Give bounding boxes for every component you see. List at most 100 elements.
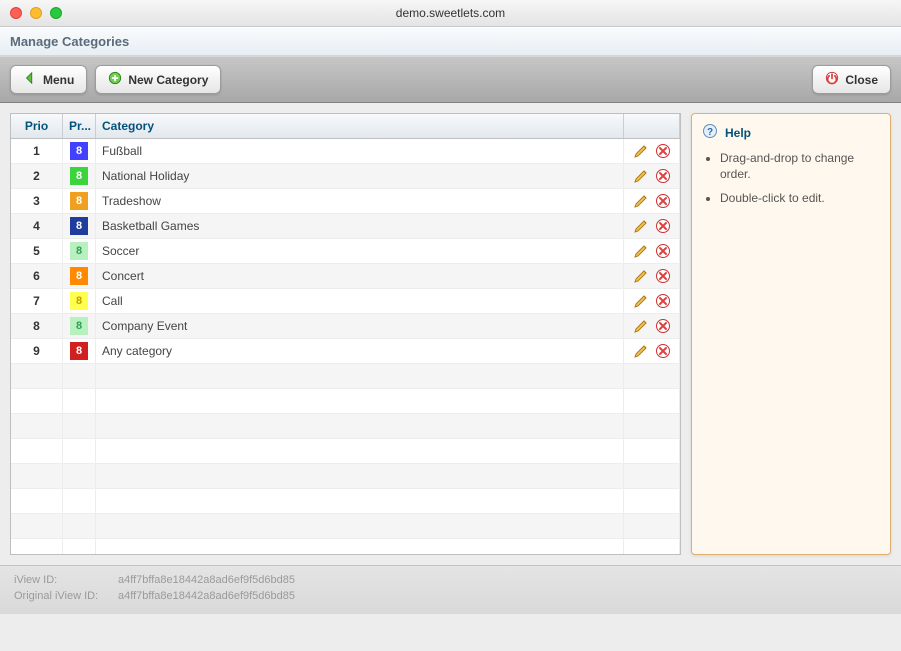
- cell-prio: 8: [11, 314, 63, 338]
- edit-icon[interactable]: [633, 193, 649, 209]
- orig-iview-id-label: Original iView ID:: [14, 590, 106, 602]
- col-header-prio[interactable]: Prio: [11, 114, 63, 138]
- cell-actions: [624, 139, 680, 163]
- cell-prio: 9: [11, 339, 63, 363]
- table-row-empty: [11, 364, 680, 389]
- delete-icon[interactable]: [655, 268, 671, 284]
- cell-swatch: 8: [63, 314, 96, 338]
- table-row-empty: [11, 389, 680, 414]
- cell-swatch: 8: [63, 139, 96, 163]
- table-row-empty: [11, 414, 680, 439]
- cell-category: National Holiday: [96, 164, 624, 188]
- cell-swatch: 8: [63, 189, 96, 213]
- power-icon: [825, 71, 839, 88]
- edit-icon[interactable]: [633, 218, 649, 234]
- col-header-pr[interactable]: Pr...: [63, 114, 96, 138]
- arrow-left-icon: [23, 71, 37, 88]
- header-bar: Manage Categories: [0, 27, 901, 56]
- cell-prio: 7: [11, 289, 63, 313]
- info-icon: ?: [702, 123, 718, 142]
- cell-category: Basketball Games: [96, 214, 624, 238]
- cell-category: Call: [96, 289, 624, 313]
- cell-swatch: 8: [63, 164, 96, 188]
- delete-icon[interactable]: [655, 218, 671, 234]
- table-row[interactable]: 28National Holiday: [11, 164, 680, 189]
- table-row[interactable]: 98Any category: [11, 339, 680, 364]
- cell-actions: [624, 164, 680, 188]
- table-row[interactable]: 88Company Event: [11, 314, 680, 339]
- table-row-empty: [11, 489, 680, 514]
- help-panel: ? Help Drag-and-drop to change order.Dou…: [691, 113, 891, 555]
- minimize-window-icon[interactable]: [30, 7, 42, 19]
- cell-category: Concert: [96, 264, 624, 288]
- plus-icon: [108, 71, 122, 88]
- edit-icon[interactable]: [633, 343, 649, 359]
- page-title: Manage Categories: [10, 34, 891, 49]
- table-row[interactable]: 78Call: [11, 289, 680, 314]
- cell-swatch: 8: [63, 264, 96, 288]
- cell-actions: [624, 264, 680, 288]
- cell-prio: 3: [11, 189, 63, 213]
- cell-prio: 1: [11, 139, 63, 163]
- edit-icon[interactable]: [633, 268, 649, 284]
- table-row[interactable]: 18Fußball: [11, 139, 680, 164]
- grid-body[interactable]: 18Fußball28National Holiday38Tradeshow48…: [11, 139, 680, 554]
- orig-iview-id-value: a4ff7bffa8e18442a8ad6ef9f5d6bd85: [118, 590, 295, 602]
- help-title-row: ? Help: [702, 123, 880, 142]
- table-row[interactable]: 68Concert: [11, 264, 680, 289]
- table-row[interactable]: 48Basketball Games: [11, 214, 680, 239]
- content: Prio Pr... Category 18Fußball28National …: [0, 103, 901, 565]
- col-header-actions: [624, 114, 680, 138]
- help-title: Help: [725, 126, 751, 140]
- delete-icon[interactable]: [655, 193, 671, 209]
- delete-icon[interactable]: [655, 168, 671, 184]
- footer-row-orig: Original iView ID: a4ff7bffa8e18442a8ad6…: [14, 590, 887, 602]
- table-row-empty: [11, 464, 680, 489]
- cell-prio: 4: [11, 214, 63, 238]
- cell-prio: 2: [11, 164, 63, 188]
- delete-icon[interactable]: [655, 318, 671, 334]
- help-item: Drag-and-drop to change order.: [720, 150, 880, 182]
- footer: iView ID: a4ff7bffa8e18442a8ad6ef9f5d6bd…: [0, 565, 901, 614]
- edit-icon[interactable]: [633, 143, 649, 159]
- footer-row-iview: iView ID: a4ff7bffa8e18442a8ad6ef9f5d6bd…: [14, 574, 887, 586]
- cell-category: Fußball: [96, 139, 624, 163]
- close-button[interactable]: Close: [812, 65, 891, 94]
- new-category-button[interactable]: New Category: [95, 65, 221, 94]
- table-row-empty: [11, 439, 680, 464]
- cell-actions: [624, 289, 680, 313]
- cell-actions: [624, 314, 680, 338]
- cell-category: Soccer: [96, 239, 624, 263]
- edit-icon[interactable]: [633, 293, 649, 309]
- cell-actions: [624, 214, 680, 238]
- cell-swatch: 8: [63, 239, 96, 263]
- svg-text:?: ?: [707, 127, 713, 138]
- delete-icon[interactable]: [655, 143, 671, 159]
- col-header-category[interactable]: Category: [96, 114, 624, 138]
- traffic-lights: [0, 7, 62, 19]
- edit-icon[interactable]: [633, 243, 649, 259]
- table-row-empty: [11, 539, 680, 554]
- cell-category: Company Event: [96, 314, 624, 338]
- close-window-icon[interactable]: [10, 7, 22, 19]
- edit-icon[interactable]: [633, 318, 649, 334]
- grid-header: Prio Pr... Category: [11, 114, 680, 139]
- iview-id-label: iView ID:: [14, 574, 106, 586]
- cell-swatch: 8: [63, 214, 96, 238]
- toolbar: Menu New Category Close: [0, 56, 901, 103]
- window-host: demo.sweetlets.com: [0, 6, 901, 20]
- edit-icon[interactable]: [633, 168, 649, 184]
- new-category-button-label: New Category: [128, 73, 208, 87]
- table-row-empty: [11, 514, 680, 539]
- table-row[interactable]: 58Soccer: [11, 239, 680, 264]
- zoom-window-icon[interactable]: [50, 7, 62, 19]
- cell-prio: 5: [11, 239, 63, 263]
- table-row[interactable]: 38Tradeshow: [11, 189, 680, 214]
- iview-id-value: a4ff7bffa8e18442a8ad6ef9f5d6bd85: [118, 574, 295, 586]
- delete-icon[interactable]: [655, 293, 671, 309]
- delete-icon[interactable]: [655, 343, 671, 359]
- delete-icon[interactable]: [655, 243, 671, 259]
- menu-button[interactable]: Menu: [10, 65, 87, 94]
- category-grid: Prio Pr... Category 18Fußball28National …: [10, 113, 681, 555]
- menu-button-label: Menu: [43, 73, 74, 87]
